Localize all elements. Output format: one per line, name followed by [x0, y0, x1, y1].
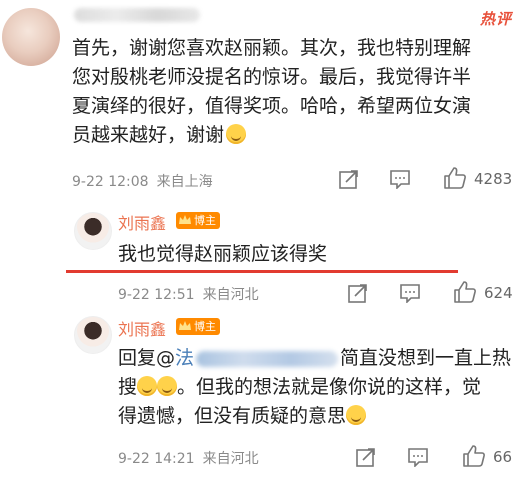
like-count: 4283: [474, 170, 513, 188]
comment-line: 首先，谢谢您喜欢赵丽颖。其次，我也特别理解: [72, 37, 472, 59]
share-icon[interactable]: [338, 168, 360, 190]
reply-line: 回复@法 简直没想到一直上热: [118, 344, 518, 373]
like-icon[interactable]: [443, 166, 467, 190]
reply-text: 我也觉得赵丽颖应该得奖: [118, 243, 328, 265]
mention-visible: 法: [175, 347, 195, 369]
commenter-name-blurred[interactable]: [74, 8, 200, 22]
reply-avatar[interactable]: [74, 212, 112, 250]
reply-line-tail: 。但我的想法就是像你说的这样，觉: [177, 376, 482, 398]
laugh-cry-emoji-icon: [157, 376, 178, 396]
crown-icon: [179, 215, 191, 224]
like-count: 624: [484, 284, 513, 302]
reply-date: 9-22 14:21: [118, 451, 195, 467]
badge-label: 博主: [194, 320, 216, 333]
reply-line: 得遗憾，但没有质疑的意思: [118, 402, 518, 431]
reply-meta: 9-22 12:51 来自河北: [118, 284, 259, 304]
comment-date: 9-22 12:08: [72, 174, 149, 190]
comment-icon[interactable]: [407, 447, 429, 467]
hot-comment-badge: 热评: [479, 10, 512, 28]
red-underline-annotation: [66, 270, 458, 273]
share-icon[interactable]: [355, 446, 377, 468]
like-icon[interactable]: [453, 280, 477, 304]
comment-line-text: 员越来越好，谢谢: [72, 124, 225, 146]
comment-line: 您对殷桃老师没提名的惊讶。最后，我觉得许半: [72, 66, 472, 88]
crown-icon: [179, 321, 191, 330]
blogger-badge: 博主: [176, 212, 220, 229]
badge-label: 博主: [194, 214, 216, 227]
commenter-avatar[interactable]: [2, 8, 60, 66]
reply-line-tail: 简直没想到一直上热: [340, 347, 512, 369]
like-icon[interactable]: [462, 444, 486, 468]
share-icon[interactable]: [347, 282, 369, 304]
laugh-cry-emoji-icon: [137, 376, 158, 396]
reply-author-name[interactable]: 刘雨鑫: [118, 210, 166, 234]
comment-icon[interactable]: [389, 169, 411, 189]
laugh-cry-emoji-icon: [346, 405, 367, 425]
reply-location: 来自河北: [202, 287, 259, 303]
reply-author-name[interactable]: 刘雨鑫: [118, 316, 166, 340]
mention-blurred: [196, 350, 339, 367]
reply-date: 9-22 12:51: [118, 287, 195, 303]
comment-icon[interactable]: [399, 283, 421, 303]
reply-prefix: 回复@: [118, 347, 176, 369]
comment-location: 来自上海: [156, 174, 213, 190]
reply-line: 搜 。但我的想法就是像你说的这样，觉: [118, 373, 518, 402]
reply-meta: 9-22 14:21 来自河北: [118, 448, 259, 468]
reply-text: 回复@法 简直没想到一直上热 搜 。但我的想法就是像你说的这样，觉 得遗憾，但没有质…: [118, 344, 518, 431]
comment-meta: 9-22 12:08 来自上海: [72, 171, 213, 191]
comment-line: 夏演绎的很好，值得奖项。哈哈，希望两位女演: [72, 95, 472, 117]
mention-link[interactable]: 法: [175, 347, 340, 369]
reply-location: 来自河北: [202, 451, 259, 467]
smile-emoji-icon: [226, 124, 247, 144]
blogger-badge: 博主: [176, 318, 220, 335]
like-count: 66: [493, 448, 513, 466]
comment-text: 首先，谢谢您喜欢赵丽颖。其次，我也特别理解 您对殷桃老师没提名的惊讶。最后，我觉…: [72, 34, 512, 150]
reply-line-text: 搜: [118, 376, 138, 398]
comment-line: 员越来越好，谢谢: [72, 121, 512, 150]
reply-line-text: 得遗憾，但没有质疑的意思: [118, 405, 347, 427]
reply-avatar[interactable]: [74, 316, 112, 354]
